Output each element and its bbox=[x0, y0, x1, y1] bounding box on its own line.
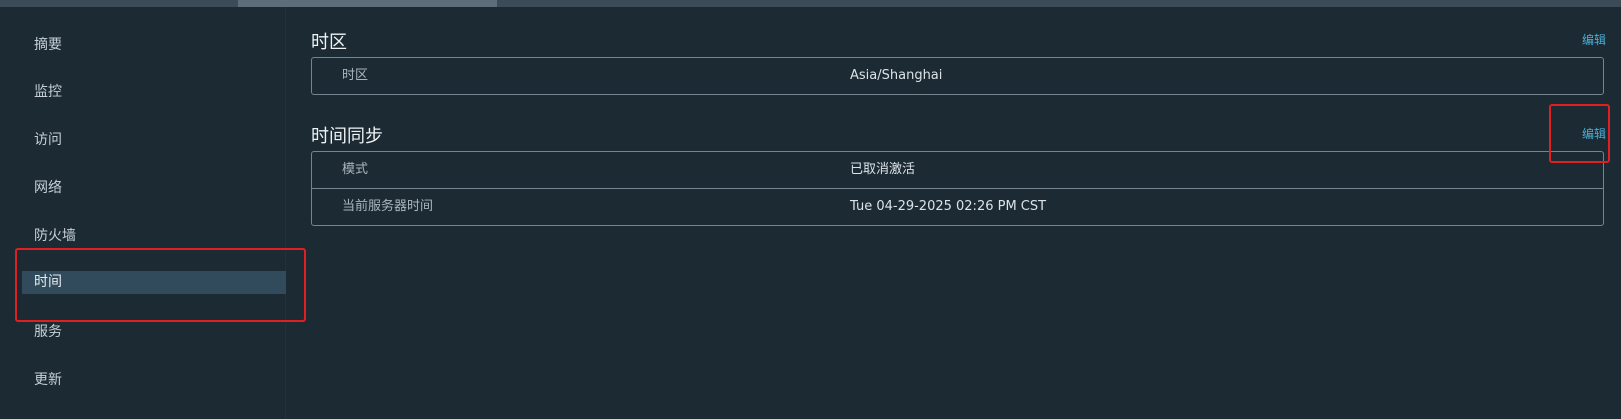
time-sync-edit-link[interactable]: 编辑 bbox=[1582, 125, 1606, 142]
table-row: 时区 Asia/Shanghai bbox=[312, 58, 1603, 94]
sidebar-item-access[interactable]: 访问 bbox=[22, 129, 286, 152]
sidebar-item-summary[interactable]: 摘要 bbox=[22, 34, 286, 57]
top-progress-bar bbox=[0, 0, 1621, 7]
sidebar: 摘要 监控 访问 网络 防火墙 时间 服务 更新 bbox=[0, 7, 286, 419]
timezone-label: 时区 bbox=[342, 68, 369, 83]
top-bar-segment bbox=[238, 0, 497, 7]
timezone-edit-link[interactable]: 编辑 bbox=[1582, 31, 1606, 48]
table-row: 当前服务器时间 Tue 04-29-2025 02:26 PM CST bbox=[312, 189, 1603, 225]
timezone-value: Asia/Shanghai bbox=[850, 68, 943, 83]
server-time-value: Tue 04-29-2025 02:26 PM CST bbox=[850, 199, 1047, 214]
time-sync-panel: 模式 已取消激活 当前服务器时间 Tue 04-29-2025 02:26 PM… bbox=[311, 151, 1604, 226]
time-sync-section-title: 时间同步 bbox=[311, 126, 383, 147]
sidebar-item-services[interactable]: 服务 bbox=[22, 321, 286, 344]
server-time-label: 当前服务器时间 bbox=[342, 199, 434, 214]
sidebar-item-time[interactable]: 时间 bbox=[22, 271, 286, 294]
table-row: 模式 已取消激活 bbox=[312, 152, 1603, 189]
sidebar-item-monitor[interactable]: 监控 bbox=[22, 81, 286, 104]
timezone-section-title: 时区 bbox=[311, 32, 347, 53]
sidebar-item-firewall[interactable]: 防火墙 bbox=[22, 225, 286, 248]
mode-label: 模式 bbox=[342, 162, 369, 177]
mode-value: 已取消激活 bbox=[850, 162, 916, 177]
sidebar-item-network[interactable]: 网络 bbox=[22, 177, 286, 200]
sidebar-item-update[interactable]: 更新 bbox=[22, 369, 286, 392]
timezone-panel: 时区 Asia/Shanghai bbox=[311, 57, 1604, 95]
